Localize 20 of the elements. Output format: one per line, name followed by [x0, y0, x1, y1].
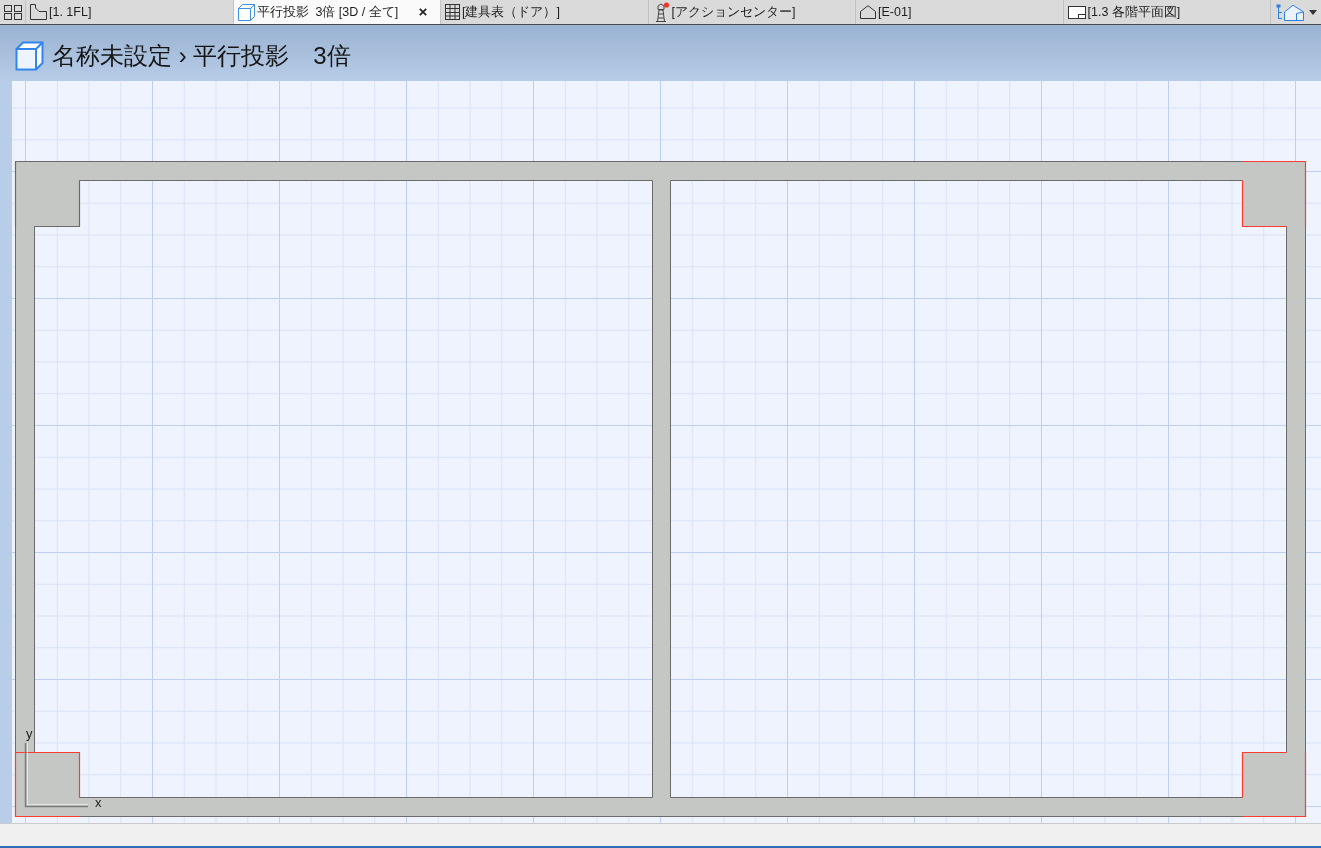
house-icon [860, 5, 876, 19]
view-tab[interactable]: [1.3 各階平面図] [1062, 0, 1270, 24]
plan-outline-icon [30, 4, 47, 20]
axis-label: x [95, 796, 102, 809]
house-hierarchy-icon [1276, 3, 1304, 21]
grid-icon [3, 4, 22, 20]
sheet-icon [1067, 5, 1086, 19]
view-tab[interactable]: [建具表（ドア）] [440, 0, 648, 24]
view-tab[interactable]: [アクションセンター] [647, 0, 855, 24]
close-icon[interactable] [419, 8, 427, 16]
axis-label: y [26, 727, 33, 740]
cube-icon [237, 3, 255, 21]
view-title: 名称未設定 › 平行投影 3倍 [52, 41, 351, 71]
view-tab[interactable]: [1. 1FL] [25, 0, 233, 24]
cube-icon [15, 41, 44, 71]
table-icon [445, 4, 460, 20]
caret-icon [1309, 9, 1317, 15]
origin-axes-icon [24, 742, 89, 808]
view-tab[interactable]: [E-01] [855, 0, 1063, 24]
view-tab[interactable]: 平行投影 3倍 [3D / 全て] [232, 0, 440, 24]
